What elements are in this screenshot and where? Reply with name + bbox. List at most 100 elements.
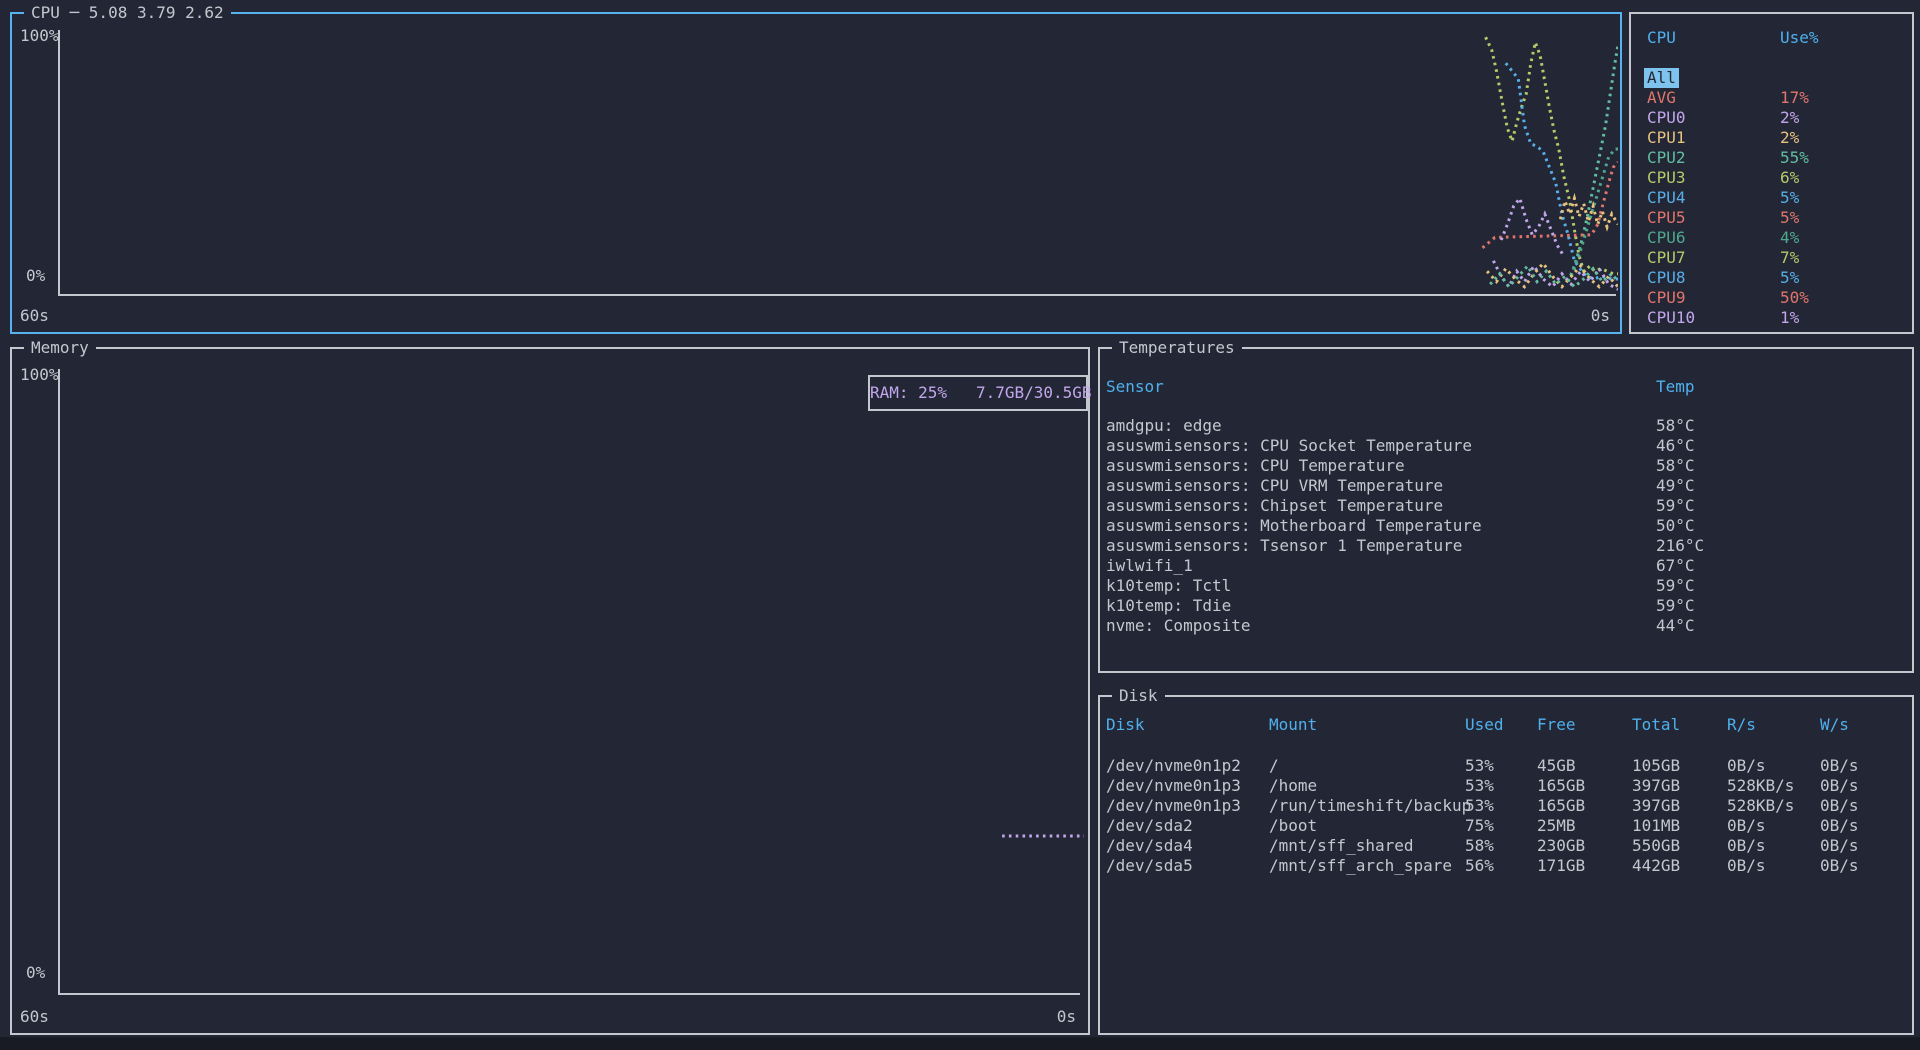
temperature-row[interactable]: nvme: Composite44°C	[1100, 616, 1912, 636]
temperature-row[interactable]: amdgpu: edge58°C	[1100, 416, 1912, 436]
cpu-panel-title: CPU ─ 5.08 3.79 2.62	[24, 3, 231, 23]
disk-cell: 165GB	[1537, 796, 1585, 816]
cpu-legend-row-cpu3[interactable]: CPU36%	[1631, 168, 1912, 188]
cpu-legend-value: 5%	[1780, 188, 1799, 208]
memory-panel[interactable]: Memory 100% 0% 60s 0s RAM: 25% 7.7GB/30.…	[10, 347, 1090, 1035]
cpu-legend-label: CPU5	[1647, 208, 1686, 228]
cpu-legend-row-cpu6[interactable]: CPU64%	[1631, 228, 1912, 248]
chart-series-cpu9-avg-salmon	[1483, 162, 1619, 248]
disk-cell: 0B/s	[1727, 816, 1766, 836]
disk-header-row[interactable]: Disk Mount Used Free Total R/s W/s	[1100, 715, 1912, 735]
sensor-name: asuswmisensors: Motherboard Temperature	[1106, 516, 1482, 536]
sensor-temp: 216°C	[1656, 536, 1704, 556]
cpu-legend-row-cpu10[interactable]: CPU101%	[1631, 308, 1912, 328]
cpu-x-axis-60s-label: 60s	[20, 306, 49, 326]
temperature-row[interactable]: asuswmisensors: Tsensor 1 Temperature216…	[1100, 536, 1912, 556]
cpu-legend-value: 55%	[1780, 148, 1809, 168]
disk-cell: 442GB	[1632, 856, 1680, 876]
disk-cell: /dev/sda5	[1106, 856, 1193, 876]
sensor-name: nvme: Composite	[1106, 616, 1251, 636]
disk-row[interactable]: /dev/sda4/mnt/sff_shared58%230GB550GB0B/…	[1100, 836, 1912, 856]
cpu-legend-header[interactable]: CPU Use%	[1631, 28, 1912, 48]
memory-panel-title: Memory	[24, 338, 96, 358]
disk-header-used[interactable]: Used	[1465, 715, 1504, 735]
cpu-legend-row-cpu2[interactable]: CPU255%	[1631, 148, 1912, 168]
cpu-legend-row-cpu4[interactable]: CPU4 5%	[1631, 188, 1912, 208]
cpu-panel[interactable]: CPU ─ 5.08 3.79 2.62 100% 0% 60s 0s	[10, 12, 1622, 334]
disk-cell: /run/timeshift/backup	[1269, 796, 1471, 816]
cpu-legend-row-avg[interactable]: AVG17%	[1631, 88, 1912, 108]
cpu-legend-panel[interactable]: CPU Use% AllAVG17%CPU02%CPU12%CPU255%CPU…	[1629, 12, 1914, 334]
cpu-legend-value: 4%	[1780, 228, 1799, 248]
disk-cell: /mnt/sff_shared	[1269, 836, 1414, 856]
temperatures-header-temp[interactable]: Temp	[1656, 377, 1695, 397]
cpu-x-axis-line	[58, 294, 1616, 296]
disk-panel[interactable]: Disk Disk Mount Used Free Total R/s W/s /dev/n…	[1098, 695, 1914, 1035]
disk-cell: 230GB	[1537, 836, 1585, 856]
disk-cell: 528KB/s	[1727, 776, 1794, 796]
temperature-row[interactable]: k10temp: Tdie59°C	[1100, 596, 1912, 616]
sensor-temp: 59°C	[1656, 576, 1695, 596]
temperature-row[interactable]: asuswmisensors: Motherboard Temperature 5…	[1100, 516, 1912, 536]
cpu-legend-row-cpu9[interactable]: CPU950%	[1631, 288, 1912, 308]
disk-cell: 25MB	[1537, 816, 1576, 836]
cpu-legend-value: 5%	[1780, 268, 1799, 288]
disk-header-disk[interactable]: Disk	[1106, 715, 1145, 735]
cpu-legend-value: 6%	[1780, 168, 1799, 188]
sensor-temp: 49°C	[1656, 476, 1695, 496]
cpu-legend-row-all[interactable]: All	[1631, 68, 1912, 88]
chart-series-cpu2-teal	[1568, 45, 1618, 282]
cpu-legend-row-cpu8[interactable]: CPU85%	[1631, 268, 1912, 288]
sensor-temp: 50°C	[1656, 516, 1695, 536]
sensor-temp: 67°C	[1656, 556, 1695, 576]
temperatures-header-sensor[interactable]: Sensor	[1106, 377, 1164, 397]
chart-series-gold-low	[1487, 263, 1618, 286]
temperatures-header[interactable]: Sensor Temp	[1100, 377, 1912, 397]
cpu-legend-header-cpu[interactable]: CPU	[1647, 28, 1676, 48]
temperature-row[interactable]: iwlwifi_1 67°C	[1100, 556, 1912, 576]
cpu-legend-label: CPU0	[1647, 108, 1686, 128]
temperature-row[interactable]: asuswmisensors: CPU VRM Temperature49°C	[1100, 476, 1912, 496]
temperatures-panel-title: Temperatures	[1112, 338, 1242, 358]
disk-cell: 0B/s	[1820, 776, 1859, 796]
cpu-legend-row-cpu0[interactable]: CPU02%	[1631, 108, 1912, 128]
cpu-legend-header-use[interactable]: Use%	[1780, 28, 1819, 48]
cpu-legend-row-cpu7[interactable]: CPU77%	[1631, 248, 1912, 268]
temperature-row[interactable]: k10temp: Tctl59°C	[1100, 576, 1912, 596]
sensor-temp: 46°C	[1656, 436, 1695, 456]
disk-row[interactable]: /dev/sda5/mnt/sff_arch_spare56%171GB442G…	[1100, 856, 1912, 876]
temperature-row[interactable]: asuswmisensors: Chipset Temperature59°C	[1100, 496, 1912, 516]
sensor-temp: 59°C	[1656, 596, 1695, 616]
disk-row[interactable]: /dev/nvme0n1p3/home53%165GB397GB528KB/s0…	[1100, 776, 1912, 796]
disk-cell: /dev/nvme0n1p2	[1106, 756, 1241, 776]
disk-row[interactable]: /dev/sda2/boot75%25MB101MB0B/s0B/s	[1100, 816, 1912, 836]
cpu-usage-chart	[60, 32, 1618, 292]
disk-cell: /home	[1269, 776, 1317, 796]
disk-cell: 397GB	[1632, 776, 1680, 796]
disk-cell: 0B/s	[1820, 836, 1859, 856]
cpu-legend-row-cpu1[interactable]: CPU12%	[1631, 128, 1912, 148]
memory-usage-chart	[60, 371, 1084, 991]
disk-cell: 53%	[1465, 756, 1494, 776]
sensor-name: iwlwifi_1	[1106, 556, 1193, 576]
cpu-legend-value: 2%	[1780, 128, 1799, 148]
disk-header-mount[interactable]: Mount	[1269, 715, 1317, 735]
disk-header-w-s[interactable]: W/s	[1820, 715, 1849, 735]
disk-cell: /dev/sda4	[1106, 836, 1193, 856]
cpu-legend-row-cpu5[interactable]: CPU55%	[1631, 208, 1912, 228]
temperatures-panel[interactable]: Temperatures Sensor Temp amdgpu: edge58°…	[1098, 347, 1914, 673]
disk-cell: 0B/s	[1820, 816, 1859, 836]
disk-row[interactable]: /dev/nvme0n1p2/53%45GB105GB0B/s0B/s	[1100, 756, 1912, 776]
disk-cell: 0B/s	[1727, 836, 1766, 856]
cpu-legend-label: CPU4	[1647, 188, 1686, 208]
cpu-legend-label: CPU9	[1647, 288, 1686, 308]
disk-row[interactable]: /dev/nvme0n1p3/run/timeshift/backup53%16…	[1100, 796, 1912, 816]
disk-cell: 0B/s	[1727, 756, 1766, 776]
disk-header-free[interactable]: Free	[1537, 715, 1576, 735]
temperature-row[interactable]: asuswmisensors: CPU Socket Temperature46…	[1100, 436, 1912, 456]
disk-cell: 101MB	[1632, 816, 1680, 836]
temperature-row[interactable]: asuswmisensors: CPU Temperature58°C	[1100, 456, 1912, 476]
disk-header-total[interactable]: Total	[1632, 715, 1680, 735]
disk-cell: /dev/sda2	[1106, 816, 1193, 836]
disk-header-r-s[interactable]: R/s	[1727, 715, 1756, 735]
